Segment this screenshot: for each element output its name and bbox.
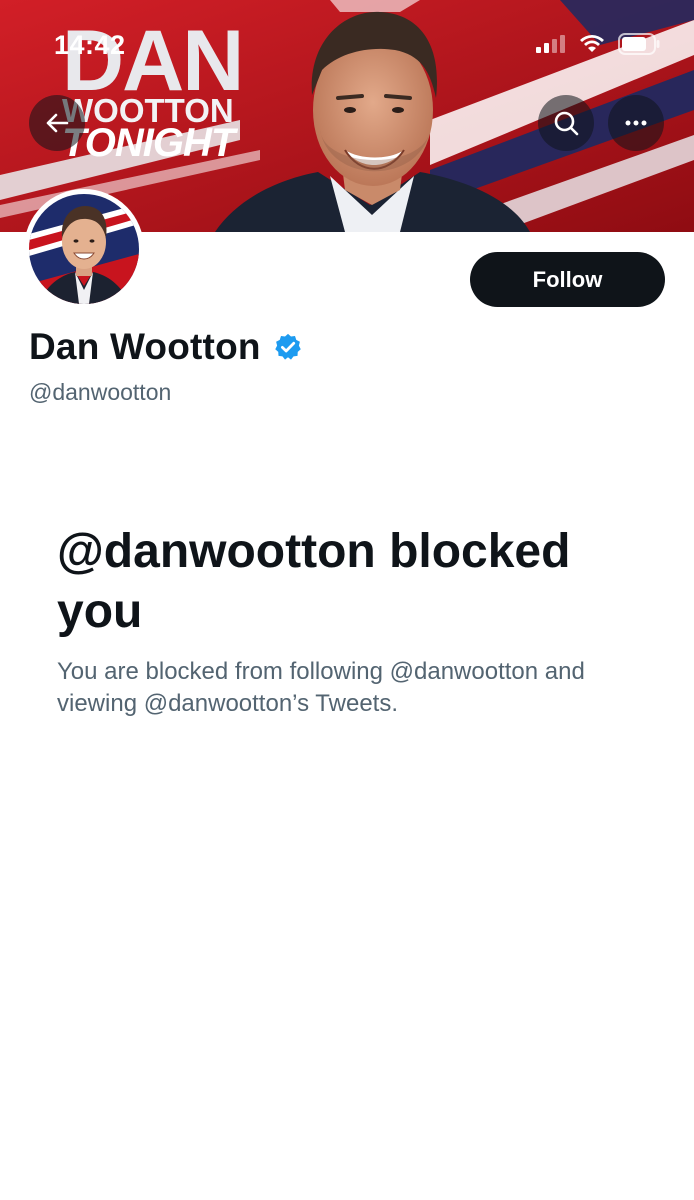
cellular-signal-icon	[536, 35, 565, 53]
back-button[interactable]	[29, 95, 85, 151]
more-button[interactable]	[608, 95, 664, 151]
more-horizontal-icon	[625, 120, 647, 126]
battery-icon	[618, 33, 660, 55]
profile-handle: @danwootton	[29, 379, 172, 405]
wifi-icon	[580, 35, 604, 52]
profile-screen: DAN WOOTTON TONIGHT 14:42 Follow Dan Woo…	[0, 0, 694, 1200]
display-name: Dan Wootton	[29, 326, 261, 367]
arrow-left-icon	[46, 113, 69, 133]
status-time: 14:42	[54, 30, 126, 60]
profile-avatar[interactable]	[24, 189, 144, 309]
verified-badge-icon[interactable]	[273, 332, 303, 362]
search-icon	[554, 111, 579, 136]
search-button[interactable]	[538, 95, 594, 151]
banner-logo-line3: TONIGHT	[62, 121, 235, 165]
display-name-row: Dan Wootton	[29, 326, 303, 368]
blocked-title: @danwootton blocked you	[57, 525, 571, 638]
status-bar: 14:42	[0, 0, 694, 90]
follow-button[interactable]: Follow	[470, 252, 665, 307]
status-icons	[536, 33, 660, 55]
avatar-illustration	[29, 194, 139, 304]
avatar-image	[29, 194, 139, 304]
blocked-description: You are blocked from following @danwoott…	[57, 658, 585, 717]
